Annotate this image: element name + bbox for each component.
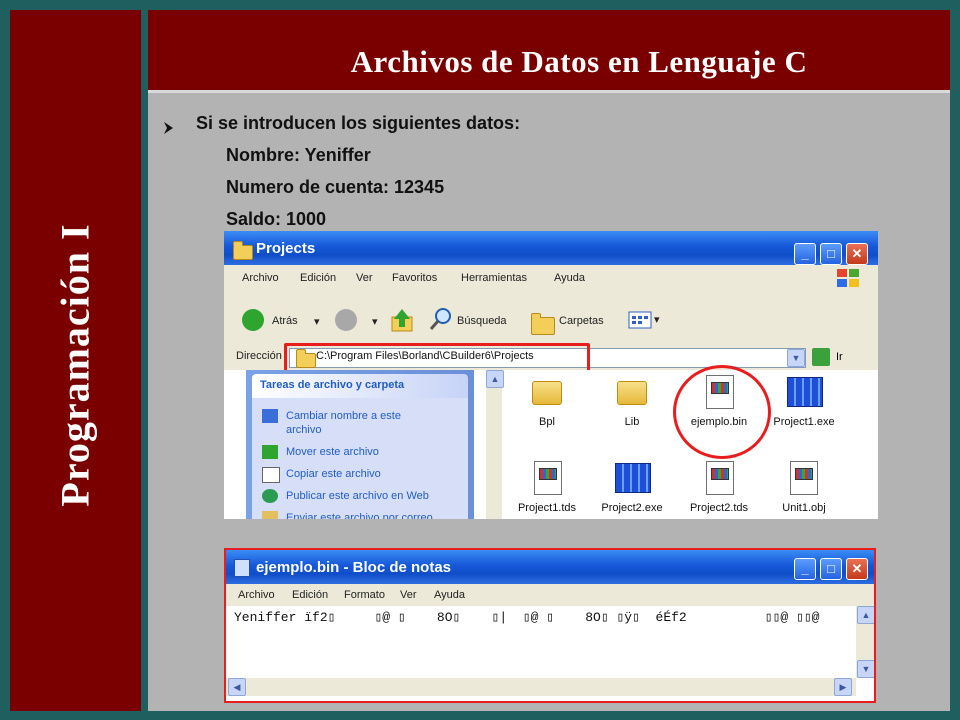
file-unit1-obj[interactable]: Unit1.obj bbox=[759, 502, 849, 514]
views-icon[interactable] bbox=[628, 311, 652, 329]
np-menu-ver[interactable]: Ver bbox=[400, 589, 417, 601]
explorer-toolbar: Atrás ▾ ▾ Búsqueda Carpetas ▾ bbox=[224, 289, 878, 345]
notepad-minimize-button[interactable]: _ bbox=[794, 558, 816, 580]
up-folder-icon[interactable] bbox=[390, 307, 414, 333]
file-lib[interactable]: Lib bbox=[587, 416, 677, 428]
rename-icon bbox=[262, 409, 278, 423]
intro-line: Si se introducen los siguientes datos: bbox=[196, 113, 521, 133]
move-icon bbox=[262, 445, 278, 459]
file-project1-exe[interactable]: Project1.exe bbox=[759, 416, 849, 428]
file-project1-exe-icon[interactable] bbox=[787, 377, 823, 407]
explorer-window: Projects _ □ ✕ Archivo Edición Ver Favor… bbox=[224, 231, 878, 519]
search-button-label[interactable]: Búsqueda bbox=[457, 315, 507, 327]
notepad-hscroll[interactable]: ◀ ▶ bbox=[226, 678, 856, 696]
search-icon[interactable] bbox=[429, 307, 453, 331]
scroll-up-icon[interactable]: ▲ bbox=[486, 370, 504, 388]
np-menu-formato[interactable]: Formato bbox=[344, 589, 385, 601]
menu-ver[interactable]: Ver bbox=[356, 272, 373, 284]
back-dropdown-icon[interactable]: ▾ bbox=[314, 315, 320, 328]
go-arrow-icon[interactable] bbox=[812, 348, 830, 366]
menu-favoritos[interactable]: Favoritos bbox=[392, 272, 437, 284]
folder-lib-icon[interactable] bbox=[617, 381, 647, 405]
file-unit1-obj-icon[interactable] bbox=[790, 461, 818, 495]
maximize-button[interactable]: □ bbox=[820, 243, 842, 265]
file-bpl[interactable]: Bpl bbox=[502, 416, 592, 428]
np-menu-archivo[interactable]: Archivo bbox=[238, 589, 275, 601]
notepad-vscroll[interactable]: ▲ ▼ bbox=[856, 606, 874, 678]
address-label: Dirección bbox=[236, 350, 282, 362]
task-copy[interactable]: Copiar este archivo bbox=[286, 467, 381, 481]
sidebar-title: Programación I bbox=[52, 223, 98, 507]
sidebar: Programación I bbox=[10, 10, 141, 711]
forward-dropdown-icon[interactable]: ▾ bbox=[372, 315, 378, 328]
task-header[interactable]: Tareas de archivo y carpeta bbox=[252, 374, 468, 398]
notepad-maximize-button[interactable]: □ bbox=[820, 558, 842, 580]
notepad-close-button[interactable]: ✕ bbox=[846, 558, 868, 580]
account-line: Numero de cuenta: 12345 bbox=[226, 177, 445, 197]
task-publish[interactable]: Publicar este archivo en Web bbox=[286, 489, 429, 503]
forward-arrow-icon[interactable] bbox=[335, 309, 357, 331]
address-dropdown-icon[interactable]: ▼ bbox=[787, 349, 805, 367]
sidebar-title-wrap: Programación I bbox=[10, 10, 141, 711]
np-menu-ayuda[interactable]: Ayuda bbox=[434, 589, 465, 601]
balance-line: Saldo: 1000 bbox=[226, 209, 327, 229]
notepad-title: ejemplo.bin - Bloc de notas bbox=[256, 559, 452, 576]
menu-ayuda[interactable]: Ayuda bbox=[554, 272, 585, 284]
np-scroll-right-icon[interactable]: ▶ bbox=[834, 678, 852, 696]
go-button-label[interactable]: Ir bbox=[836, 351, 843, 363]
notepad-window: ejemplo.bin - Bloc de notas _ □ ✕ Archiv… bbox=[224, 548, 876, 703]
email-icon bbox=[262, 511, 278, 519]
explorer-title: Projects bbox=[256, 240, 316, 257]
task-email[interactable]: Enviar este archivo por correo bbox=[286, 511, 433, 519]
folder-bpl-icon[interactable] bbox=[532, 381, 562, 405]
file-project2-tds-icon[interactable] bbox=[706, 461, 734, 495]
file-project2-exe[interactable]: Project2.exe bbox=[587, 502, 677, 514]
folders-icon[interactable] bbox=[531, 313, 555, 335]
publish-icon bbox=[262, 489, 278, 503]
task-move[interactable]: Mover este archivo bbox=[286, 445, 379, 459]
ejemplo-highlight bbox=[673, 365, 771, 459]
minimize-button[interactable]: _ bbox=[794, 243, 816, 265]
explorer-scrollbar[interactable]: ▲ bbox=[486, 370, 504, 519]
close-button[interactable]: ✕ bbox=[846, 243, 868, 265]
back-button-label[interactable]: Atrás bbox=[272, 315, 298, 327]
np-scroll-down-icon[interactable]: ▼ bbox=[857, 660, 874, 678]
bullet-icon bbox=[164, 122, 173, 134]
file-project2-exe-icon[interactable] bbox=[615, 463, 651, 493]
name-line: Nombre: Yeniffer bbox=[226, 145, 371, 165]
notepad-icon bbox=[234, 559, 250, 577]
np-menu-edicion[interactable]: Edición bbox=[292, 589, 328, 601]
windows-logo-icon bbox=[837, 269, 859, 287]
task-header-label: Tareas de archivo y carpeta bbox=[260, 379, 405, 391]
explorer-titlebar: Projects _ □ ✕ bbox=[224, 231, 878, 265]
file-project2-tds[interactable]: Project2.tds bbox=[674, 502, 764, 514]
notepad-content[interactable]: Yeniffer ïf2▯ ▯@ ▯ 8O▯ ▯| ▯@ ▯ 8O▯ ▯ÿ▯ é… bbox=[234, 610, 819, 625]
explorer-menubar: Archivo Edición Ver Favoritos Herramient… bbox=[224, 265, 878, 290]
menu-edicion[interactable]: Edición bbox=[300, 272, 336, 284]
folder-icon bbox=[233, 241, 253, 260]
task-rename-cont[interactable]: archivo bbox=[286, 423, 321, 437]
slide-title: Archivos de Datos en Lenguaje C bbox=[350, 44, 808, 79]
np-scroll-left-icon[interactable]: ◀ bbox=[228, 678, 246, 696]
notepad-titlebar: ejemplo.bin - Bloc de notas _ □ ✕ bbox=[226, 550, 874, 584]
menu-herramientas[interactable]: Herramientas bbox=[461, 272, 527, 284]
file-project1-tds-icon[interactable] bbox=[534, 461, 562, 495]
slide-title-bar: Archivos de Datos en Lenguaje C bbox=[148, 10, 950, 93]
folders-button-label[interactable]: Carpetas bbox=[559, 315, 604, 327]
file-project1-tds[interactable]: Project1.tds bbox=[502, 502, 592, 514]
menu-archivo[interactable]: Archivo bbox=[242, 272, 279, 284]
task-rename[interactable]: Cambiar nombre a este bbox=[286, 409, 401, 423]
np-scroll-up-icon[interactable]: ▲ bbox=[857, 606, 874, 624]
notepad-menubar: Archivo Edición Formato Ver Ayuda bbox=[226, 584, 874, 606]
copy-icon bbox=[262, 467, 280, 483]
back-arrow-icon[interactable] bbox=[242, 309, 264, 331]
views-dropdown-icon[interactable]: ▾ bbox=[654, 313, 660, 326]
